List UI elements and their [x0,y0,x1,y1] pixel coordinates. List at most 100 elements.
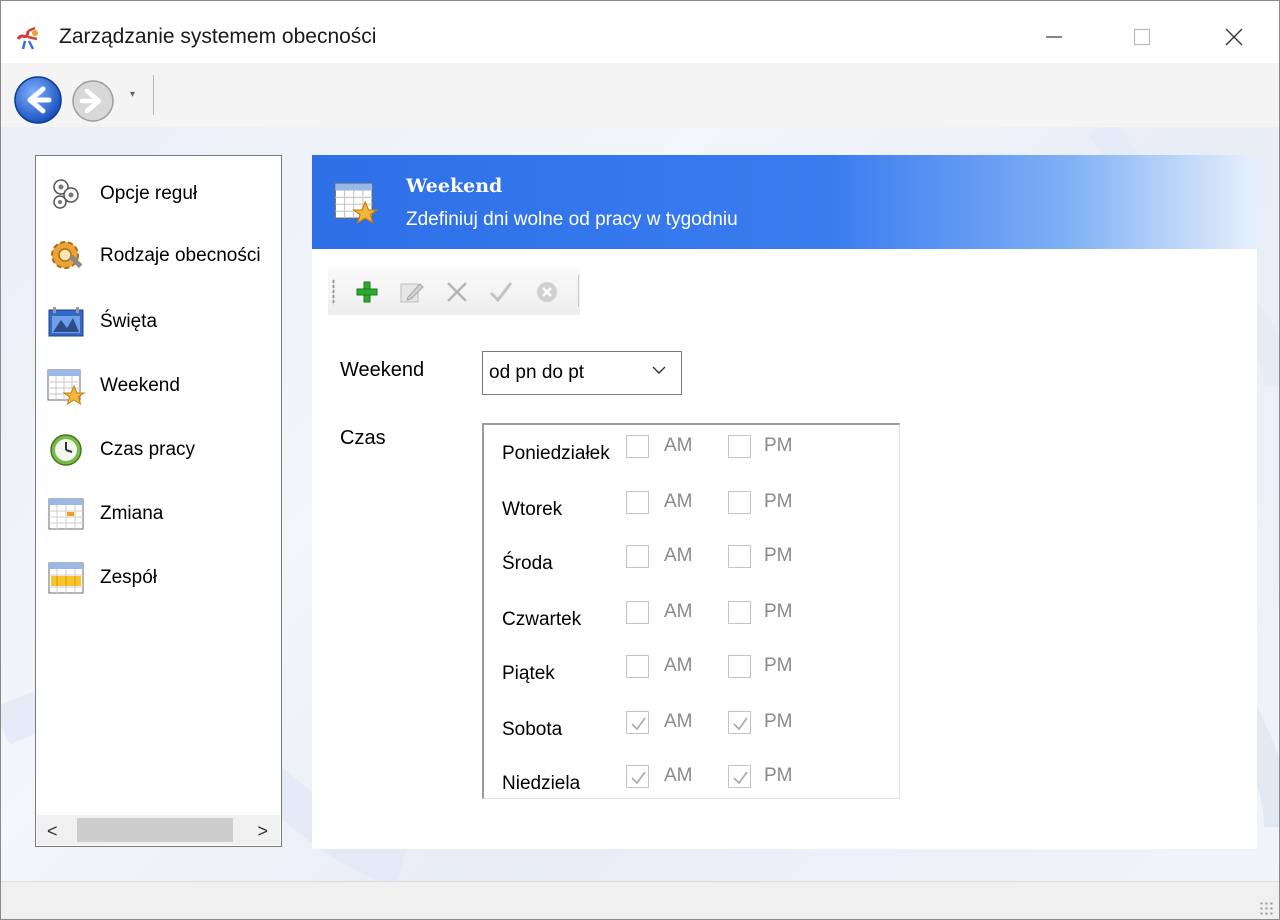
sidebar-item-zmiana[interactable]: Zmiana [44,490,163,538]
day-name: Sobota [502,719,563,740]
status-bar [1,881,1279,919]
sidebar-item-label: Zespół [100,567,158,588]
day-row: Niedziela AM PM [484,761,894,801]
delete-button[interactable] [442,277,472,307]
am-checkbox-label: AM [664,601,693,622]
am-checkbox[interactable] [626,545,649,568]
weekend-select-value: od pn do pt [489,362,585,383]
gear-wrench-icon [44,234,88,278]
day-name: Poniedziałek [502,443,610,464]
am-checkbox[interactable] [626,601,649,624]
day-name: Czwartek [502,609,582,630]
pm-checkbox[interactable] [728,491,751,514]
page-title: Weekend [406,175,503,197]
am-checkbox[interactable] [626,655,649,678]
days-panel: Poniedziałek AM PM Wtorek AM PM Środa AM PM Czwar… [482,423,900,799]
am-checkbox[interactable] [626,491,649,514]
sidebar-item-rodzaje-obecnosci[interactable]: Rodzaje obecności [44,232,261,280]
scroll-left-icon[interactable]: < [47,821,58,842]
edit-icon [400,283,424,303]
pm-checkbox[interactable] [728,545,751,568]
sidebar: Opcje reguł Rodzaje obecności Święta Wee… [35,155,282,847]
scrollbar-thumb[interactable] [77,818,233,842]
czas-label: Czas [340,427,386,449]
day-name: Niedziela [502,773,581,794]
close-icon [1225,28,1243,46]
title-bar: Zarządzanie systemem obecności [1,1,1279,63]
toolbar-grip[interactable] [332,279,335,305]
maximize-button[interactable] [1119,17,1165,57]
day-row: Sobota AM PM [484,707,894,747]
page-subtitle: Zdefiniuj dni wolne od pracy w tygodniu [406,209,738,230]
day-name: Wtorek [502,499,563,520]
sidebar-item-zespol[interactable]: Zespół [44,554,157,602]
check-icon [489,282,513,303]
minimize-button[interactable] [1031,17,1077,57]
day-row: Piątek AM PM [484,651,894,691]
pm-checkbox-label: PM [764,765,793,786]
gears-icon [44,172,88,216]
nav-separator [153,75,154,115]
sidebar-item-czas-pracy[interactable]: Czas pracy [44,426,195,474]
chevron-down-icon [651,362,667,384]
pm-checkbox[interactable] [728,711,751,734]
calendar-star-icon [332,179,380,231]
app-window: Zarządzanie systemem obecności ▾ Opcje r… [0,0,1280,920]
pm-checkbox[interactable] [728,435,751,458]
minimize-icon [1046,36,1062,38]
sidebar-item-swieta[interactable]: Święta [44,298,157,346]
am-checkbox-label: AM [664,491,693,512]
day-name: Piątek [502,663,555,684]
pm-checkbox[interactable] [728,601,751,624]
calendar-star-icon [44,364,88,408]
pm-checkbox[interactable] [728,655,751,678]
team-grid-icon [44,556,88,600]
sidebar-horizontal-scrollbar[interactable]: < > [37,815,280,845]
toolbar-separator [578,275,579,307]
forward-arrow-icon[interactable] [71,79,115,129]
delete-x-icon [447,282,467,302]
weekend-select[interactable]: od pn do pt [482,351,682,395]
pm-checkbox-label: PM [764,601,793,622]
plus-icon [356,281,378,303]
day-row: Poniedziałek AM PM [484,431,894,471]
am-checkbox-label: AM [664,711,693,732]
navigation-bar [1,63,1279,127]
sidebar-item-label: Rodzaje obecności [100,245,261,266]
maximize-icon [1133,28,1151,46]
pm-checkbox-label: PM [764,655,793,676]
pm-checkbox[interactable] [728,765,751,788]
shift-grid-icon [44,492,88,536]
window-title: Zarządzanie systemem obecności [59,25,377,48]
sidebar-item-weekend[interactable]: Weekend [44,362,180,410]
cancel-icon [537,282,557,302]
history-dropdown-icon[interactable]: ▾ [130,89,135,100]
sidebar-item-label: Weekend [100,375,180,396]
scroll-right-icon[interactable]: > [257,821,268,842]
am-checkbox-label: AM [664,435,693,456]
cancel-button[interactable] [532,277,562,307]
main-panel: Weekend Zdefiniuj dni wolne od pracy w t… [312,155,1257,849]
pm-checkbox-label: PM [764,435,793,456]
pm-checkbox-label: PM [764,491,793,512]
clock-icon [44,428,88,472]
sidebar-item-label: Czas pracy [100,439,196,460]
toolbar [328,267,580,315]
resize-grip-icon[interactable] [1259,901,1273,915]
am-checkbox[interactable] [626,711,649,734]
app-logo-icon [15,25,41,51]
day-row: Wtorek AM PM [484,487,894,527]
page-header: Weekend Zdefiniuj dni wolne od pracy w t… [312,155,1257,249]
weekend-label: Weekend [340,359,425,381]
am-checkbox-label: AM [664,655,693,676]
am-checkbox[interactable] [626,765,649,788]
sidebar-item-opcje-regul[interactable]: Opcje reguł [44,170,197,218]
edit-button[interactable] [396,277,426,307]
save-button[interactable] [486,277,516,307]
am-checkbox[interactable] [626,435,649,458]
day-row: Środa AM PM [484,541,894,581]
back-arrow-icon[interactable] [13,75,63,131]
close-button[interactable] [1211,17,1257,57]
add-button[interactable] [352,277,382,307]
sidebar-item-label: Opcje reguł [100,183,198,204]
